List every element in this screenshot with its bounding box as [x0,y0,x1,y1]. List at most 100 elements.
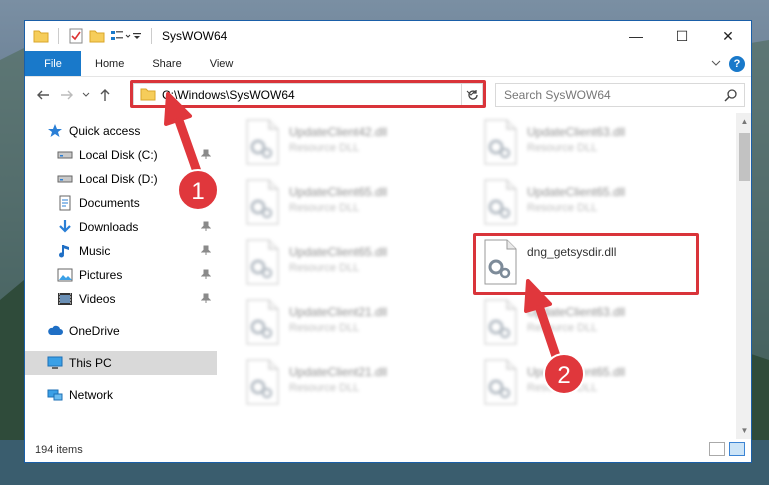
tab-file[interactable]: File [25,51,81,76]
file-type: Resource DLL [289,382,360,394]
ribbon-right-controls: ? [711,56,745,72]
sidebar-item-pictures[interactable]: Pictures [25,263,217,287]
dropdown-arrow-icon[interactable] [131,28,147,44]
cloud-icon [47,323,63,339]
file-list: ▲ ▼ UpdateClient42.dll Resource DLL Update… [217,113,751,439]
dll-file-icon [481,299,519,345]
title-divider [151,28,152,44]
expand-ribbon-icon[interactable] [711,57,721,71]
item-count: 194 items [35,443,83,456]
back-button[interactable] [31,83,55,107]
scrollbar-thumb[interactable] [739,133,750,181]
dll-file-icon [243,299,281,345]
file-meta: UpdateClient63.dll Resource DLL [527,299,625,355]
arrow-right-icon [61,90,73,100]
search-box[interactable]: Search SysWOW64 [495,83,745,107]
file-item[interactable]: UpdateClient21.dll Resource DLL [243,359,463,415]
forward-button[interactable] [55,83,79,107]
tab-view[interactable]: View [196,51,248,76]
sidebar-item-label: This PC [69,356,112,370]
customize-toolbar-icon[interactable] [110,28,131,44]
new-folder-icon[interactable] [89,28,105,44]
chevron-down-icon [82,92,90,97]
details-view-button[interactable] [709,442,725,456]
main-content: Quick access Local Disk (C:) Local Disk (… [25,113,751,439]
sidebar-item-onedrive[interactable]: OneDrive [25,319,217,343]
file-name: UpdateClient21.dll [289,305,388,319]
window-controls: — ☐ ✕ [613,21,751,51]
sidebar-item-music[interactable]: Music [25,239,217,263]
sidebar-item-this-pc[interactable]: This PC [25,351,217,375]
file-item[interactable]: UpdateClient65.dll Resource DLL [243,179,463,235]
file-item[interactable]: UpdateClient65.dll Resource DLL [481,179,701,235]
sidebar-item-label: OneDrive [69,324,120,338]
file-meta: UpdateClient63.dll Resource DLL [527,119,625,175]
quick-access-toolbar [25,28,147,44]
sidebar-item-network[interactable]: Network [25,383,217,407]
file-type: Resource DLL [289,202,360,214]
status-bar: 194 items [25,437,751,462]
pin-icon[interactable] [200,197,212,207]
file-item[interactable]: UpdateClient63.dll Resource DLL [481,119,701,175]
file-name: UpdateClient65.dll [289,245,388,259]
sidebar-item-label: Pictures [79,268,123,282]
dll-file-icon [243,359,281,405]
sidebar-item-videos[interactable]: Videos [25,287,217,311]
file-name: UpdateClient65.dll [289,185,388,199]
minimize-button[interactable]: — [613,21,659,51]
sidebar-item-downloads[interactable]: Downloads [25,215,217,239]
search-input[interactable]: Search SysWOW64 [504,88,611,102]
help-button[interactable]: ? [729,56,745,72]
file-name: UpdateClient21.dll [289,365,388,379]
file-name: UpdateClient42.dll [289,125,388,139]
search-icon[interactable] [724,88,738,105]
sidebar-item-label: Music [79,244,111,258]
file-meta: UpdateClient65.dll Resource DLL [289,179,387,235]
sidebar-item-label: Downloads [79,220,139,234]
pin-icon[interactable] [200,245,212,255]
file-type: Resource DLL [527,202,598,214]
file-item[interactable]: UpdateClient21.dll Resource DLL [243,299,463,355]
folder-icon [33,28,49,44]
file-item[interactable]: UpdateClient63.dll Resource DLL [481,299,701,355]
highlight-box-file [473,233,699,295]
dll-file-icon [243,179,281,225]
file-meta: UpdateClient65.dll Resource DLL [527,179,625,235]
file-meta: UpdateClient65.dll Resource DLL [289,239,387,295]
file-item[interactable]: UpdateClient65.dll Resource DLL [481,359,701,415]
pin-icon[interactable] [200,149,212,159]
file-name: UpdateClient65.dll [527,365,626,379]
maximize-button[interactable]: ☐ [659,21,705,51]
tab-home[interactable]: Home [81,51,138,76]
pictures-icon [57,267,73,283]
file-type: Resource DLL [527,142,598,154]
recent-locations-button[interactable] [79,83,93,107]
file-explorer-window: SysWOW64 — ☐ ✕ File Home Share View ? C:… [24,20,752,463]
file-type: Resource DLL [527,322,598,334]
sidebar-item-label: Local Disk (D:) [79,172,158,186]
drive-icon [57,171,73,187]
sidebar-item-label: Network [69,388,114,402]
videos-icon [57,291,73,307]
sidebar-item-label: Local Disk (C:) [79,148,158,162]
properties-icon[interactable] [68,28,84,44]
sidebar-item-local-disk-c[interactable]: Local Disk (C:) [25,143,217,167]
file-type: Resource DLL [289,322,360,334]
file-type: Resource DLL [289,142,360,154]
scroll-up-arrow[interactable]: ▲ [736,113,751,130]
vertical-scrollbar[interactable]: ▲ ▼ [736,113,751,439]
tab-share[interactable]: Share [138,51,195,76]
file-name: UpdateClient63.dll [527,305,626,319]
close-button[interactable]: ✕ [705,21,751,51]
pin-icon[interactable] [200,269,212,279]
file-item[interactable]: UpdateClient65.dll Resource DLL [243,239,463,295]
sidebar-item-local-disk-d[interactable]: Local Disk (D:) [25,167,217,191]
sidebar-item-documents[interactable]: Documents [25,191,217,215]
pin-icon[interactable] [200,221,212,231]
large-icons-view-button[interactable] [729,442,745,456]
file-item[interactable]: UpdateClient42.dll Resource DLL [243,119,463,175]
sidebar-item-quick-access[interactable]: Quick access [25,119,217,143]
up-button[interactable] [93,83,117,107]
file-type: Resource DLL [527,382,598,394]
pin-icon[interactable] [200,293,212,303]
